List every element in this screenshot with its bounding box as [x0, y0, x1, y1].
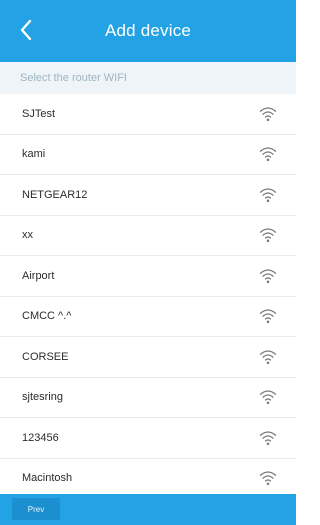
network-ssid: xx — [22, 229, 33, 242]
page-title: Add device — [104, 21, 192, 40]
wifi-icon — [258, 225, 278, 245]
network-ssid: Airport — [22, 269, 55, 282]
wifi-network-row[interactable]: NETGEAR12 — [0, 175, 296, 216]
wifi-icon — [258, 428, 278, 448]
prev-button[interactable]: Prev — [12, 498, 60, 520]
wifi-network-row[interactable]: CORSEE — [0, 337, 296, 378]
network-ssid: kami — [22, 148, 46, 161]
wifi-icon — [258, 104, 278, 124]
bottom-bar: Prev — [0, 494, 296, 525]
wifi-icon — [258, 185, 278, 205]
wifi-icon — [258, 144, 278, 164]
wifi-network-row[interactable]: Macintosh — [0, 459, 296, 495]
wifi-icon — [258, 468, 278, 488]
wifi-network-row[interactable]: SJTest — [0, 94, 296, 135]
wifi-icon — [258, 266, 278, 286]
wifi-network-row[interactable]: xx — [0, 216, 296, 256]
wifi-network-row[interactable]: sjtesring — [0, 378, 296, 418]
wifi-icon — [258, 347, 278, 367]
network-ssid: 123456 — [22, 431, 59, 444]
network-ssid: NETGEAR12 — [22, 188, 88, 201]
network-ssid: SJTest — [22, 107, 56, 120]
app-header: Add device — [0, 0, 296, 62]
wifi-network-row[interactable]: Airport — [0, 256, 296, 297]
wifi-network-row[interactable]: 123456 — [0, 418, 296, 459]
wifi-network-list: SJTest kami NETGEAR12 xx Airport CMCC ^.^ CORS… — [0, 94, 296, 494]
wifi-icon — [258, 387, 278, 407]
wifi-network-row[interactable]: kami — [0, 135, 296, 175]
section-hint: Select the router WIFI — [0, 62, 296, 94]
wifi-icon — [258, 306, 278, 326]
network-ssid: sjtesring — [22, 391, 63, 404]
network-ssid: Macintosh — [22, 472, 73, 485]
wifi-network-row[interactable]: CMCC ^.^ — [0, 297, 296, 337]
network-ssid: CMCC ^.^ — [22, 310, 72, 323]
network-ssid: CORSEE — [22, 350, 69, 363]
